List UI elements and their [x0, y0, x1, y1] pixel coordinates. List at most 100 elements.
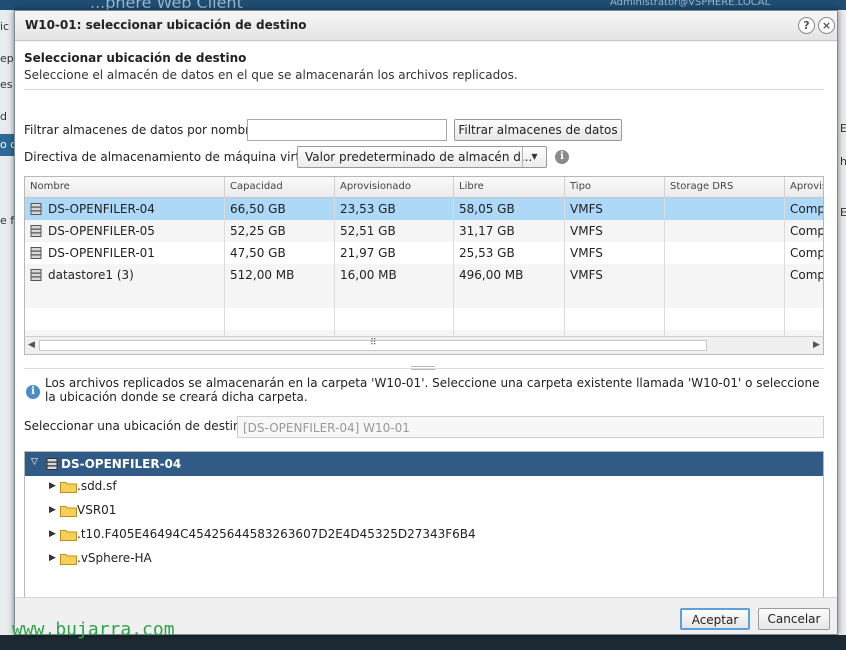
destination-path-field: [DS-OPENFILER-04] W10-01 [237, 416, 824, 438]
cell-type: VMFS [570, 268, 603, 282]
cell-storage-drs [665, 264, 785, 286]
policy-label: Directiva de almacenamiento de máquina v… [24, 150, 323, 164]
filter-datastores-button[interactable]: Filtrar almacenes de datos [454, 119, 622, 141]
datastore-icon [30, 225, 42, 237]
tree-folder-item[interactable]: ▶ VSR01 [25, 500, 823, 522]
accept-button[interactable]: Aceptar [680, 608, 750, 630]
tree-root-label: DS-OPENFILER-04 [61, 457, 182, 471]
folder-icon [60, 506, 77, 517]
cell-provisioning: Comp [790, 202, 824, 216]
table-row[interactable]: DS-OPENFILER-04 66,50 GB 23,53 GB 58,05 … [25, 198, 824, 220]
datastore-table: Nombre Capacidad Aprovisionado Libre Tip… [24, 176, 824, 355]
background-right-fragment: h [840, 155, 846, 168]
column-header-provisioning[interactable]: Aprovis [785, 177, 823, 198]
tree-folder-item[interactable]: ▶ .sdd.sf [25, 476, 823, 498]
cell-provisioned: 21,97 GB [340, 246, 396, 260]
cell-provisioned: 16,00 MB [340, 268, 397, 282]
datastore-name: DS-OPENFILER-05 [48, 224, 155, 238]
column-divider [784, 198, 785, 336]
select-destination-dialog: W10-01: seleccionar ubicación de destino… [14, 10, 838, 635]
info-icon: i [26, 385, 40, 399]
watermark: www.bujarra.com [12, 619, 175, 640]
tree-folder-label: .t10.F405E46494C45425644583263607D2E4D45… [77, 527, 476, 541]
table-row[interactable]: DS-OPENFILER-01 47,50 GB 21,97 GB 25,53 … [25, 242, 823, 264]
storage-policy-select[interactable]: Valor predeterminado de almacén d... ▼ [297, 146, 547, 168]
folder-tree: ▽ DS-OPENFILER-04 ▶ .sdd.sf ▶ VSR01 ▶ .t… [24, 451, 824, 599]
column-header-provisioned[interactable]: Aprovisionado [335, 177, 454, 198]
cell-free: 496,00 MB [459, 268, 524, 282]
cell-free: 31,17 GB [459, 224, 515, 238]
tree-folder-label: VSR01 [77, 503, 117, 517]
scroll-left-icon[interactable]: ◀ [28, 340, 35, 350]
table-row[interactable]: datastore1 (3) 512,00 MB 16,00 MB 496,00… [25, 264, 823, 286]
storage-policy-value: Valor predeterminado de almacén d... [305, 150, 533, 164]
background-left-fragment: es [0, 78, 13, 91]
background-user-text: Administrator@VSPHERE.LOCAL [610, 0, 771, 8]
column-header-capacity[interactable]: Capacidad [225, 177, 335, 198]
filter-input[interactable] [247, 119, 447, 141]
table-body: DS-OPENFILER-04 66,50 GB 23,53 GB 58,05 … [25, 198, 824, 336]
cell-provisioned: 52,51 GB [340, 224, 396, 238]
header-separator [24, 89, 824, 90]
table-row[interactable]: DS-OPENFILER-05 52,25 GB 52,51 GB 31,17 … [25, 220, 824, 242]
expand-right-icon[interactable]: ▶ [49, 505, 56, 515]
expand-right-icon[interactable]: ▶ [49, 553, 56, 563]
column-header-type[interactable]: Tipo [565, 177, 665, 198]
datastore-name: datastore1 (3) [48, 268, 134, 282]
tree-folder-item[interactable]: ▶ .vSphere-HA [25, 548, 823, 570]
tree-folder-label: .vSphere-HA [77, 551, 152, 565]
splitter-handle[interactable] [411, 366, 435, 370]
background-app-header: ...phere Web Client Administrator@VSPHER… [0, 0, 846, 12]
cell-provisioned: 23,53 GB [340, 202, 396, 216]
scrollbar-thumb[interactable]: ⠿ [39, 338, 707, 351]
cell-type: VMFS [570, 202, 603, 216]
background-right-panel: E h E [838, 10, 846, 635]
datastore-icon [30, 247, 42, 259]
column-header-name[interactable]: Nombre [25, 177, 225, 198]
expand-down-icon[interactable]: ▽ [31, 457, 38, 467]
column-divider [564, 198, 565, 336]
background-left-fragment: o de [0, 138, 14, 151]
cell-name: DS-OPENFILER-04 [25, 198, 225, 220]
folder-icon [60, 482, 77, 493]
cell-capacity: 512,00 MB [230, 268, 295, 282]
cell-type: VMFS [570, 224, 603, 238]
background-left-panel: ic epl es d o de e fi [0, 10, 14, 635]
filter-label: Filtrar almacenes de datos por nombre: [24, 123, 262, 137]
expand-right-icon[interactable]: ▶ [49, 481, 56, 491]
tree-folder-item[interactable]: ▶ .t10.F405E46494C45425644583263607D2E4D… [25, 524, 823, 546]
empty-row [25, 286, 823, 308]
destination-label: Seleccionar una ubicación de destino [24, 419, 248, 433]
chevron-down-icon[interactable]: ▼ [522, 147, 546, 167]
datastore-icon [46, 458, 58, 470]
folder-icon [60, 554, 77, 565]
background-right-fragment: E [840, 206, 846, 219]
table-header: Nombre Capacidad Aprovisionado Libre Tip… [25, 177, 823, 198]
scroll-right-icon[interactable]: ▶ [813, 340, 820, 350]
dialog-title: W10-01: seleccionar ubicación de destino [25, 18, 307, 32]
cell-storage-drs [665, 242, 785, 264]
cell-name: datastore1 (3) [25, 264, 225, 286]
column-header-free[interactable]: Libre [454, 177, 565, 198]
cell-provisioning: Comp [790, 224, 824, 238]
tree-root-datastore[interactable]: ▽ DS-OPENFILER-04 [25, 452, 823, 476]
column-header-storage-drs[interactable]: Storage DRS [665, 177, 785, 198]
close-icon[interactable]: × [818, 17, 835, 34]
help-icon[interactable]: ? [798, 17, 815, 34]
background-left-fragment: e fi [0, 214, 14, 227]
horizontal-scrollbar[interactable]: ◀ ⠿ ▶ [25, 336, 823, 354]
section-subtitle: Seleccione el almacén de datos en el que… [24, 68, 518, 82]
tree-folder-label: .sdd.sf [77, 479, 117, 493]
info-icon[interactable]: i [555, 150, 569, 164]
folder-icon [60, 530, 77, 541]
background-left-fragment: d [0, 110, 7, 123]
cancel-button[interactable]: Cancelar [758, 608, 830, 630]
dialog-titlebar: W10-01: seleccionar ubicación de destino… [15, 11, 837, 41]
column-divider [453, 198, 454, 336]
expand-right-icon[interactable]: ▶ [49, 529, 56, 539]
cell-name: DS-OPENFILER-05 [25, 220, 225, 242]
cell-capacity: 52,25 GB [230, 224, 286, 238]
datastore-icon [30, 269, 42, 281]
datastore-icon [30, 203, 42, 215]
cell-free: 25,53 GB [459, 246, 515, 260]
